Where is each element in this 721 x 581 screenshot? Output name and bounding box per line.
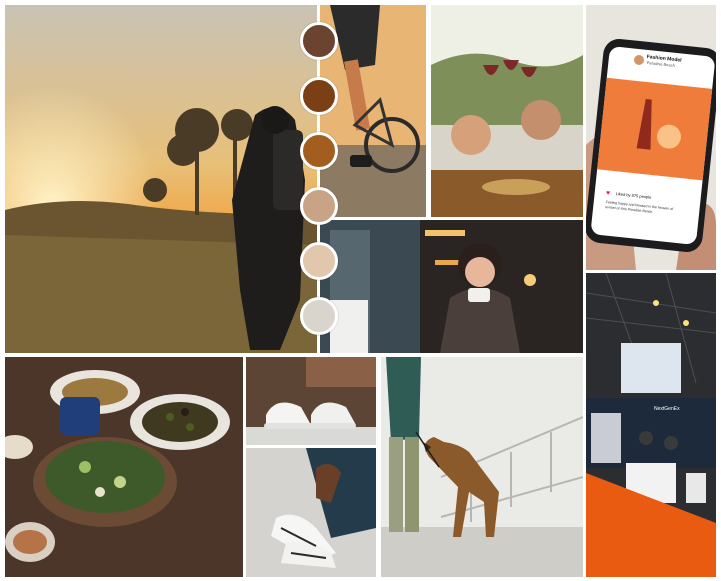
- avatar-icon: [634, 55, 644, 65]
- palette-swatch: [300, 77, 338, 115]
- photo-friends-toast: [431, 5, 583, 217]
- booth-brand: NextGenEx: [654, 406, 680, 412]
- photo-sneakers-standing: [246, 357, 376, 445]
- photo-expo-booth: NextGenEx: [586, 273, 716, 577]
- photo-sneakers-sitting: [246, 448, 376, 577]
- heart-icon: ♥: [606, 190, 611, 197]
- photo-phone-social-post: Fashion Model Paradise Beach ♥ Liked by …: [586, 5, 716, 270]
- photo-woman-coffee: [320, 220, 583, 353]
- palette-swatch: [300, 242, 338, 280]
- palette-swatch: [300, 297, 338, 335]
- photo-dog-walk: [381, 357, 583, 577]
- color-palette: [300, 22, 344, 342]
- palette-swatch: [300, 22, 338, 60]
- moodboard-collage: Fashion Model Paradise Beach ♥ Liked by …: [0, 0, 721, 581]
- palette-swatch: [300, 187, 338, 225]
- photo-food-table: [5, 357, 243, 577]
- photo-hiker-sunset: [5, 5, 317, 353]
- palette-swatch: [300, 132, 338, 170]
